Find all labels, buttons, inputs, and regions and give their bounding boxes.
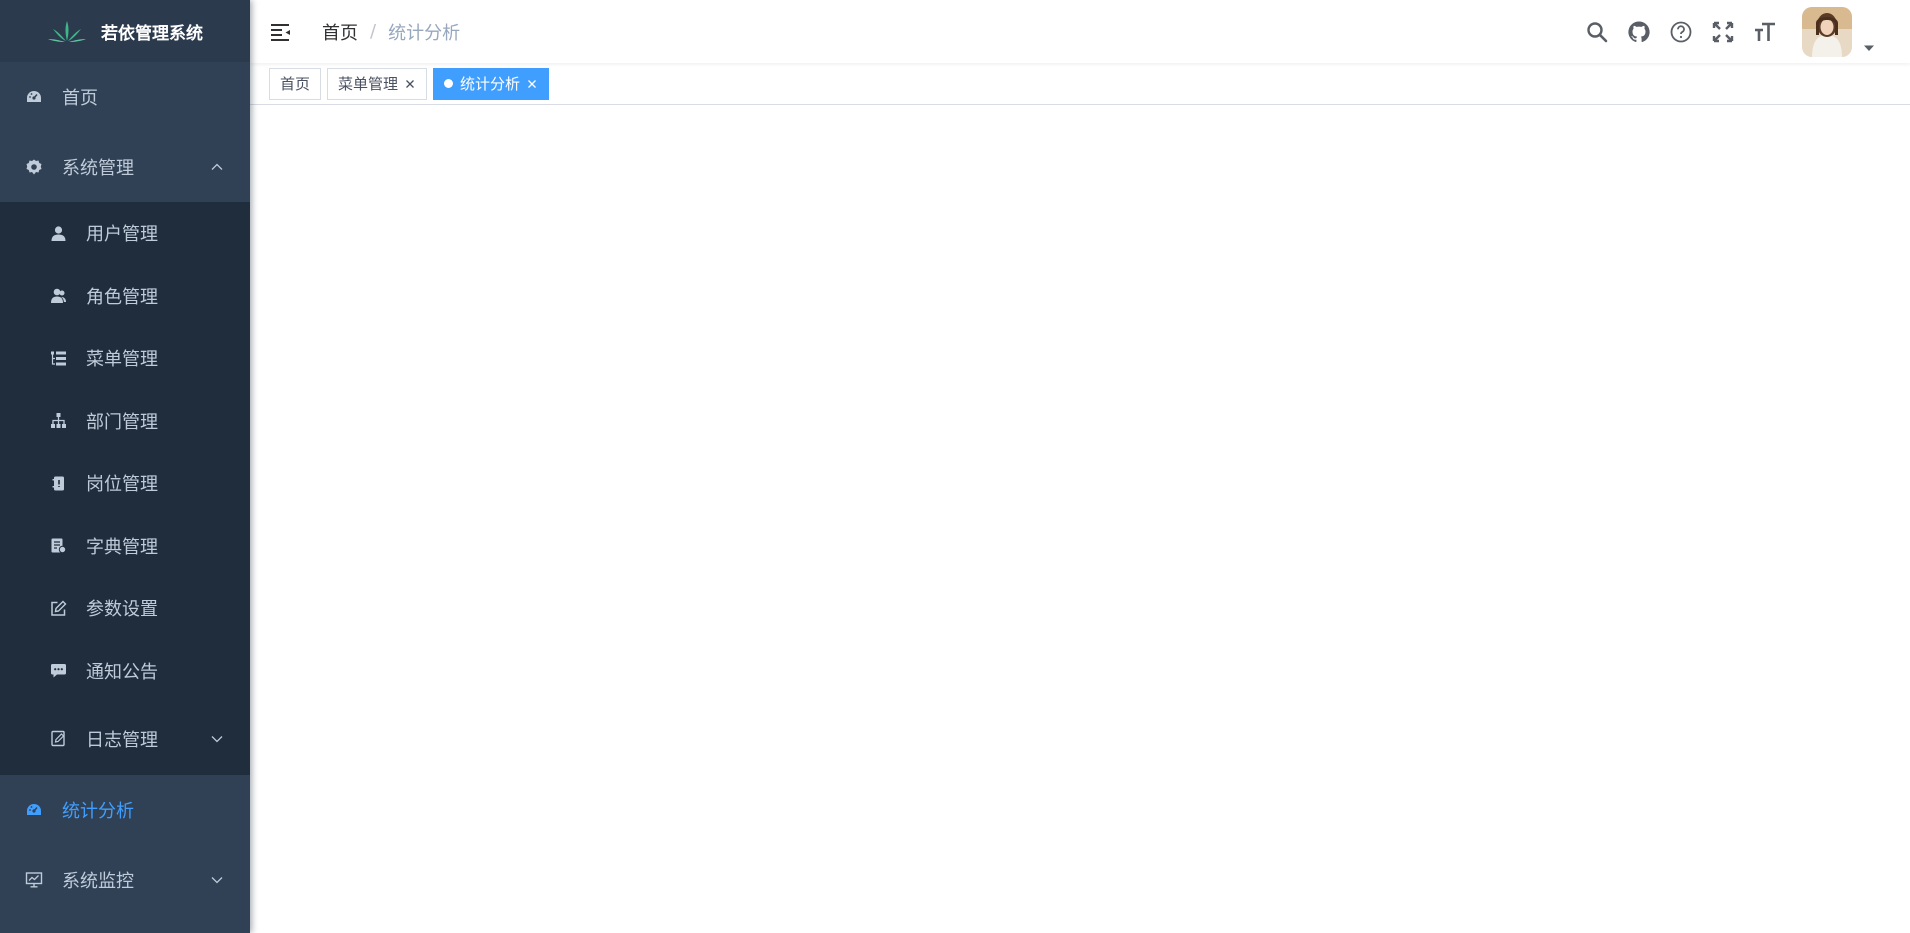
sidebar-item-system[interactable]: 系统管理: [0, 132, 250, 202]
edit-icon: [48, 598, 68, 618]
tag-label: 统计分析: [460, 75, 521, 93]
logo-icon: [48, 21, 86, 42]
navbar: 首页 / 统计分析: [250, 0, 1910, 63]
monitor-icon: [24, 870, 44, 890]
breadcrumb-separator: /: [370, 21, 377, 42]
search-button[interactable]: [1576, 12, 1618, 52]
sidebar-item-home[interactable]: 首页: [0, 62, 250, 132]
app-title: 若依管理系统: [101, 23, 203, 44]
tag-menu[interactable]: 菜单管理: [327, 67, 428, 100]
avatar[interactable]: [1802, 6, 1852, 57]
sidebar-item-label: 字典管理: [86, 536, 158, 558]
tag-home[interactable]: 首页: [269, 67, 322, 100]
sidebar-item-label: 日志管理: [86, 729, 158, 751]
gear-icon: [24, 157, 44, 177]
close-icon[interactable]: [404, 78, 416, 90]
tags-view: 首页 菜单管理 统计分析: [250, 63, 1910, 105]
sidebar: 若依管理系统 首页 系统管理 用户管理 角色管理 菜单管理 部门管理 岗位管理 …: [0, 0, 250, 933]
sidebar-item-stats[interactable]: 统计分析: [0, 775, 250, 845]
fullscreen-icon: [1712, 21, 1734, 42]
right-menu: [1576, 0, 1910, 63]
chevron-down-icon: [211, 735, 223, 742]
sidebar-item-label: 用户管理: [86, 224, 158, 246]
sidebar-item-user[interactable]: 用户管理: [0, 202, 250, 265]
question-icon: [1670, 21, 1692, 42]
chevron-down-icon: [211, 877, 223, 884]
sidebar-item-label: 统计分析: [62, 801, 134, 822]
tree-icon: [48, 411, 68, 431]
tree-table-icon: [48, 348, 68, 368]
breadcrumb-current: 统计分析: [388, 22, 461, 44]
sidebar-item-label: 系统管理: [62, 158, 134, 179]
dashboard-icon: [24, 800, 44, 820]
app-main-content: [250, 105, 1910, 933]
sidebar-item-label: 通知公告: [86, 661, 158, 683]
sidebar-item-dept[interactable]: 部门管理: [0, 390, 250, 453]
github-icon: [1628, 20, 1650, 42]
dashboard-icon: [24, 87, 44, 107]
tag-stats[interactable]: 统计分析: [433, 67, 550, 100]
avatar-dropdown[interactable]: [1802, 6, 1874, 57]
active-dot: [444, 79, 454, 88]
main-container: 首页 / 统计分析 首页 菜单管理 统计分析: [250, 0, 1910, 933]
peoples-icon: [48, 286, 68, 306]
sidebar-item-menu[interactable]: 菜单管理: [0, 327, 250, 390]
sidebar-item-dict[interactable]: 字典管理: [0, 515, 250, 578]
sidebar-item-label: 系统监控: [62, 871, 134, 892]
font-size-icon: [1755, 22, 1775, 41]
message-icon: [48, 661, 68, 681]
dict-icon: [48, 536, 68, 556]
caret-down-icon: [1864, 45, 1874, 51]
system-submenu: 用户管理 角色管理 菜单管理 部门管理 岗位管理 字典管理 参数设置 通知公告 …: [0, 202, 250, 775]
sidebar-item-label: 部门管理: [86, 411, 158, 433]
fullscreen-button[interactable]: [1702, 12, 1744, 52]
chevron-up-icon: [211, 163, 223, 170]
sidebar-item-notice[interactable]: 通知公告: [0, 640, 250, 703]
sidebar-item-label: 岗位管理: [86, 474, 158, 496]
sidebar-item-label: 菜单管理: [86, 349, 158, 371]
user-icon: [48, 223, 68, 243]
close-icon[interactable]: [526, 78, 538, 90]
help-button[interactable]: [1660, 12, 1702, 52]
tag-label: 菜单管理: [338, 75, 399, 93]
log-icon: [48, 729, 68, 749]
tag-label: 首页: [280, 75, 311, 93]
post-icon: [48, 473, 68, 493]
sidebar-item-role[interactable]: 角色管理: [0, 265, 250, 328]
breadcrumb: 首页 / 统计分析: [322, 19, 460, 45]
sidebar-item-monitor[interactable]: 系统监控: [0, 845, 250, 915]
search-icon: [1587, 21, 1608, 42]
sidebar-item-log[interactable]: 日志管理: [0, 702, 250, 775]
hamburger-icon[interactable]: [270, 22, 292, 42]
github-button[interactable]: [1618, 12, 1660, 52]
sidebar-item-label: 参数设置: [86, 599, 158, 621]
sidebar-item-label: 首页: [62, 88, 98, 109]
sidebar-item-config[interactable]: 参数设置: [0, 577, 250, 640]
font-size-button[interactable]: [1744, 12, 1786, 52]
sidebar-item-label: 角色管理: [86, 286, 158, 308]
sidebar-logo[interactable]: 若依管理系统: [0, 0, 250, 62]
breadcrumb-home[interactable]: 首页: [322, 19, 358, 45]
sidebar-item-post[interactable]: 岗位管理: [0, 452, 250, 515]
